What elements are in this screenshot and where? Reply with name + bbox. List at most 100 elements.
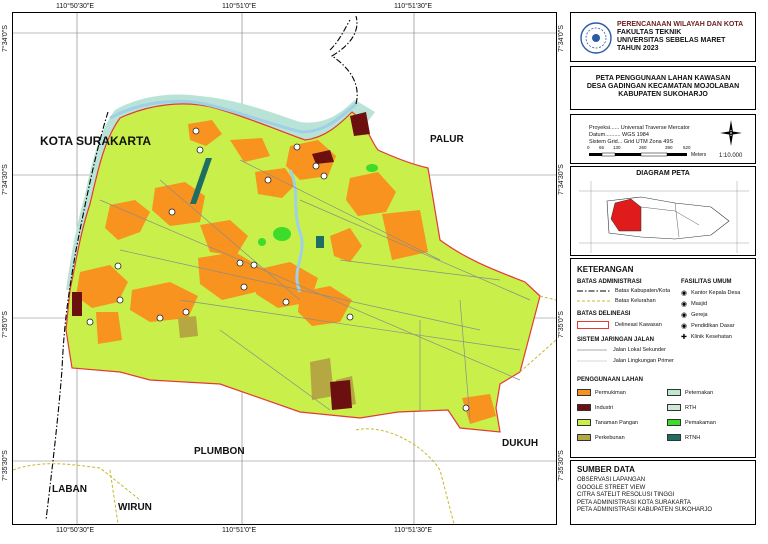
scale-tick-130: 130 <box>613 145 621 150</box>
legend-title: KETERANGAN <box>577 265 634 274</box>
industri-swatch <box>577 404 591 411</box>
scale-tick-65: 65 <box>599 145 605 150</box>
map-title-line-3: KABUPATEN SUKOHARJO <box>618 91 708 98</box>
legend-label-masjid: Masjid <box>691 301 708 307</box>
legend-item-jalan-sekunder: Jalan Lokal Sekunder <box>577 347 666 353</box>
coord-left-4: 7°35'30"S <box>2 450 9 481</box>
peternakan-swatch <box>667 389 681 396</box>
diagram-panel: DIAGRAM PETA <box>570 166 756 256</box>
map-canvas[interactable] <box>13 13 556 524</box>
source-item: CITRA SATELIT RESOLUSI TINGGI <box>577 492 675 498</box>
legend-label-batas-kelurahan: Batas Kelurahan <box>615 298 656 304</box>
legend-label-gereja: Gereja <box>691 312 708 318</box>
legend-item-kantor-desa: ◉ Kantor Kepala Desa <box>681 289 740 297</box>
kabupaten-line-icon <box>577 290 611 292</box>
coord-bottom-1: 110°50'30"E <box>56 527 95 534</box>
legend-batas-admin: BATAS ADMINISTRASI <box>577 279 642 285</box>
source-item: GOOGLE STREET VIEW <box>577 484 646 491</box>
scale-bar <box>589 152 687 157</box>
place-dukuh: DUKUH <box>502 438 539 449</box>
legend-item-rtnh: RTNH <box>667 434 700 441</box>
source-title: SUMBER DATA <box>577 465 635 474</box>
scale-tick-0: 0 <box>587 145 590 150</box>
source-panel: SUMBER DATA OBSERVASI LAPANGAN GOOGLE ST… <box>570 460 756 525</box>
klinik-icon: ✚ <box>681 334 687 341</box>
diagram-title: DIAGRAM PETA <box>636 170 690 177</box>
header-line-3: UNIVERSITAS SEBELAS MARET <box>617 37 726 44</box>
legend-label-peternakan: Peternakan <box>685 389 714 396</box>
scale-tick-390: 390 <box>665 145 673 150</box>
header-line-4: TAHUN 2023 <box>617 45 659 52</box>
perkebunan-swatch <box>577 434 591 441</box>
scale-tick-520: 520 <box>683 145 691 150</box>
pendidikan-icon: ◉ <box>681 323 688 330</box>
header-panel: PERENCANAAN WILAYAH DAN KOTA FAKULTAS TE… <box>570 12 756 62</box>
legend-item-perkebunan: Perkebunan <box>577 434 625 441</box>
scale-tick-260: 260 <box>639 145 647 150</box>
coord-right-1: 7°34'0"S <box>558 25 565 52</box>
legend-item-delineasi: Delineasi Kawasan <box>577 321 662 329</box>
coord-bottom-2: 110°51'0"E <box>222 527 257 534</box>
legend-item-tanaman-pangan: Tanaman Pangan <box>577 419 638 426</box>
coord-right-4: 7°35'30"S <box>558 450 565 481</box>
legend-fasilitas: FASILITAS UMUM <box>681 279 732 285</box>
legend-label-kantor-desa: Kantor Kepala Desa <box>691 290 741 296</box>
legend-label-pemakaman: Pemakaman <box>685 419 716 426</box>
map-title-line-2: DESA GADINGAN KECAMATAN MOJOLABAN <box>586 83 740 90</box>
legend-item-gereja: ◉ Gereja <box>681 311 708 319</box>
legend-label-perkebunan: Perkebunan <box>595 434 625 441</box>
legend-label-industri: Industri <box>595 404 614 411</box>
coord-left-3: 7°35'0"S <box>2 311 9 338</box>
legend-item-masjid: ◉ Masjid <box>681 300 707 308</box>
coord-left-2: 7°34'30"S <box>2 164 9 195</box>
north-arrow-icon <box>720 120 742 146</box>
source-item: PETA ADMINISTRASI KABUPATEN SUKOHARJO <box>577 507 713 513</box>
legend-label-jalan-primer: Jalan Lingkungan Primer <box>613 358 674 364</box>
legend-label-tanaman-pangan: Tanaman Pangan <box>595 419 639 426</box>
header-line-1: PERENCANAAN WILAYAH DAN KOTA <box>617 21 744 28</box>
rth-swatch <box>667 404 681 411</box>
scale-unit: Meters <box>691 152 707 158</box>
coord-right-2: 7°34'30"S <box>558 164 565 195</box>
rtnh-swatch <box>667 434 681 441</box>
legend-label-batas-kabupaten: Batas Kabupaten/Kota <box>615 288 671 294</box>
legend-batas-delineasi: BATAS DELINEASI <box>577 311 631 317</box>
datum-text: Datum.......... WGS 1984 <box>589 132 649 138</box>
masjid-icon: ◉ <box>681 301 688 308</box>
source-item: OBSERVASI LAPANGAN <box>577 477 646 483</box>
projection-panel: Proyeksi...... Universal Traverse Mercat… <box>570 114 756 164</box>
legend-jaringan-jalan: SISTEM JARINGAN JALAN <box>577 337 655 343</box>
projection-text: Proyeksi...... Universal Traverse Mercat… <box>589 125 690 131</box>
diagram-map <box>579 181 749 253</box>
legend-item-rth: RTH <box>667 404 696 411</box>
map-title-line-1: PETA PENGGUNAAN LAHAN KAWASAN <box>595 75 731 82</box>
legend-label-jalan-sekunder: Jalan Lokal Sekunder <box>613 347 666 353</box>
university-logo-icon <box>580 22 612 54</box>
source-item: PETA ADMINISTRASI KOTA SURAKARTA <box>577 499 691 506</box>
coord-top-2: 110°51'0"E <box>222 3 257 10</box>
place-palur: PALUR <box>430 134 464 145</box>
legend-item-peternakan: Peternakan <box>667 389 713 396</box>
legend-item-batas-kelurahan: Batas Kelurahan <box>577 298 656 304</box>
legend-item-industri: Industri <box>577 404 613 411</box>
place-kota-surakarta: KOTA SURAKARTA <box>40 134 152 148</box>
road-primary-icon <box>577 360 607 362</box>
coord-left-1: 7°34'0"S <box>2 25 9 52</box>
legend-panel: KETERANGAN BATAS ADMINISTRASI Batas Kabu… <box>570 258 756 458</box>
place-plumbon: PLUMBON <box>194 446 245 457</box>
coord-right-3: 7°35'0"S <box>558 311 565 338</box>
legend-label-klinik: Klinik Kesehatan <box>690 334 732 340</box>
legend-penggunaan-lahan: PENGGUNAAN LAHAN <box>577 377 643 383</box>
coord-top-1: 110°50'30"E <box>56 3 95 10</box>
legend-label-permukiman: Permukiman <box>595 389 626 396</box>
header-line-2: FAKULTAS TEKNIK <box>617 29 682 36</box>
legend-label-rtnh: RTNH <box>685 434 701 441</box>
permukiman-swatch <box>577 389 591 396</box>
legend-item-batas-kabupaten: Batas Kabupaten/Kota <box>577 288 670 294</box>
kelurahan-line-icon <box>577 300 611 302</box>
kantor-desa-icon: ◉ <box>681 290 688 297</box>
legend-item-pemakaman: Pemakaman <box>667 419 716 426</box>
coord-bottom-3: 110°51'30"E <box>394 527 433 534</box>
scale-ratio: 1:10.000 <box>719 153 743 159</box>
gereja-icon: ◉ <box>681 312 688 319</box>
